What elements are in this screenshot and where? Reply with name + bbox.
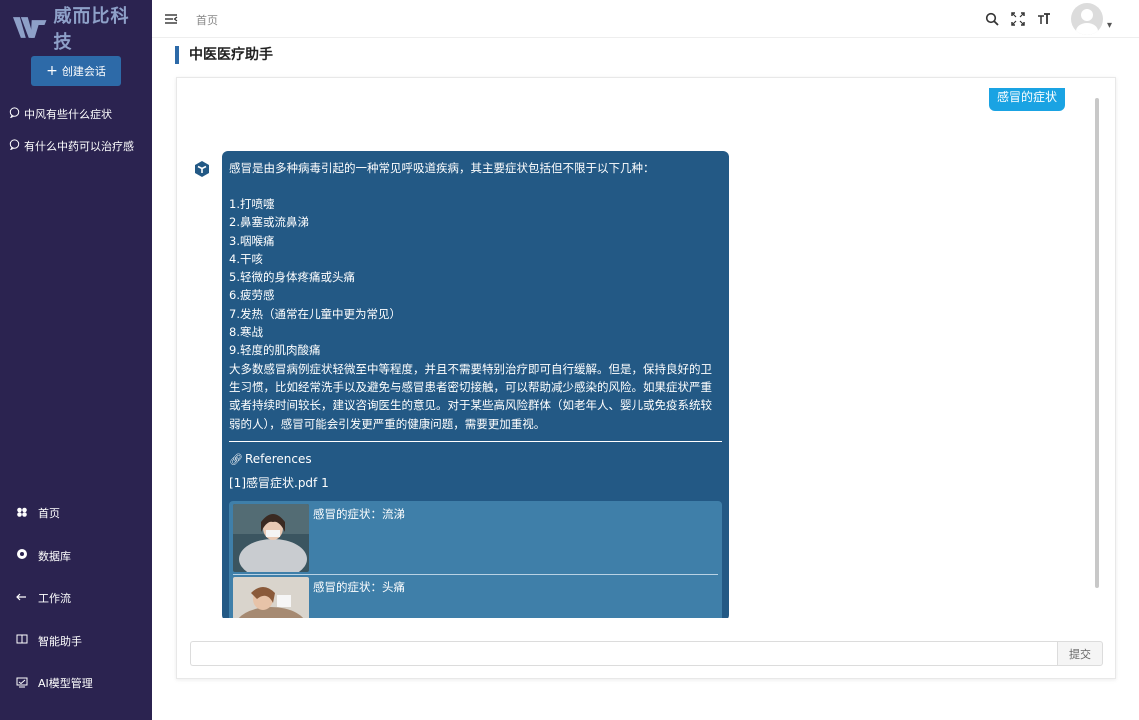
- chat-panel: 感冒的症状 感冒是由多种病毒引起的一种常见呼吸道疾病，其主要症状包括但不限于以下…: [176, 77, 1116, 679]
- reference-card[interactable]: 感冒的症状：头痛: [233, 573, 718, 618]
- sidebar-item-database[interactable]: 数据库: [0, 535, 152, 578]
- list-item: 4.干咳: [229, 251, 263, 266]
- references-title: References: [244, 451, 312, 466]
- submit-button[interactable]: 提交: [1057, 641, 1103, 666]
- sidebar: 威而比科技 + 创建会话 中风有些什么症状 有什么中药可以治疗感 首页 数据库 …: [0, 0, 152, 720]
- references-heading: 🔗︎ References: [229, 450, 722, 469]
- sidebar-item-label: 数据库: [38, 549, 71, 563]
- divider: [229, 440, 722, 442]
- sidebar-item-label: 工作流: [38, 592, 71, 606]
- workflow-icon: [15, 591, 29, 606]
- breadcrumb[interactable]: 首页: [196, 12, 218, 28]
- logo-mark-icon: [12, 17, 47, 38]
- user-message-bubble: 感冒的症状: [988, 88, 1065, 111]
- create-conversation-label: 创建会话: [61, 65, 106, 78]
- menu-toggle-icon[interactable]: [164, 11, 178, 25]
- reference-cards: 感冒的症状：流涕 感冒的症状：头痛: [229, 500, 722, 618]
- conversation-item[interactable]: 有什么中药可以治疗感: [0, 130, 152, 162]
- bot-avatar-icon: [193, 160, 211, 178]
- bot-intro-text: 感冒是由多种病毒引起的一种常见呼吸道疾病，其主要症状包括但不限于以下几种：: [229, 161, 655, 175]
- search-icon[interactable]: [983, 10, 1001, 28]
- page-title: 中医医疗助手: [175, 46, 273, 64]
- symptom-list: 1.打喷嚏 2.鼻塞或流鼻涕 3.咽喉痛 4.干咳 5.轻微的身体疼痛或头痛 6…: [229, 195, 722, 360]
- sidebar-item-label: AI模型管理: [38, 677, 93, 691]
- reference-thumbnail: [233, 576, 309, 618]
- scrollbar[interactable]: [1095, 98, 1099, 588]
- book-icon: [15, 633, 29, 648]
- list-item: 6.疲劳感: [229, 288, 275, 303]
- dashboard-icon: [15, 506, 29, 521]
- sidebar-item-label: 智能助手: [38, 634, 82, 648]
- message-input[interactable]: [190, 641, 1057, 666]
- logo-text: 威而比科技: [53, 6, 130, 53]
- list-item: 3.咽喉痛: [229, 233, 275, 248]
- bot-paragraph: 大多数感冒病例症状轻微至中等程度，并且不需要特别治疗即可自行缓解。但是，保持良好…: [229, 361, 712, 431]
- avatar[interactable]: [1071, 3, 1103, 35]
- create-conversation-button[interactable]: + 创建会话: [31, 56, 121, 86]
- conversation-item[interactable]: 中风有些什么症状: [0, 98, 152, 130]
- conversation-label: 中风有些什么症状: [24, 108, 112, 121]
- logo[interactable]: 威而比科技: [12, 6, 147, 53]
- top-bar: 首页 ▾: [152, 0, 1139, 38]
- list-item: 8.寒战: [229, 325, 263, 340]
- list-item: 1.打喷嚏: [229, 197, 275, 211]
- link-icon: 🔗︎: [229, 452, 243, 466]
- model-icon: [15, 676, 29, 691]
- reference-card-title: 感冒的症状：流涕: [313, 506, 405, 521]
- database-icon: [15, 548, 29, 563]
- list-item: 2.鼻塞或流鼻涕: [229, 215, 309, 230]
- reference-card[interactable]: 感冒的症状：流涕: [233, 503, 718, 574]
- list-item: 7.发热（通常在儿童中更为常见）: [229, 306, 401, 321]
- chat-bubble-icon: [8, 139, 20, 153]
- conversation-label: 有什么中药可以治疗感: [24, 140, 134, 153]
- plus-icon: +: [46, 63, 58, 79]
- bot-message-bubble: 感冒是由多种病毒引起的一种常见呼吸道疾病，其主要症状包括但不限于以下几种： 1.…: [222, 151, 729, 618]
- conversation-list: 中风有些什么症状 有什么中药可以治疗感: [0, 98, 152, 162]
- sidebar-item-assistant[interactable]: 智能助手: [0, 620, 152, 663]
- fullscreen-icon[interactable]: [1009, 10, 1027, 28]
- topbar-actions: ▾: [983, 0, 1139, 38]
- font-size-icon[interactable]: [1035, 10, 1053, 28]
- sidebar-item-home[interactable]: 首页: [0, 492, 152, 535]
- chat-bubble-icon: [8, 107, 20, 121]
- list-item: 5.轻微的身体疼痛或头痛: [229, 270, 355, 285]
- sidebar-item-workflow[interactable]: 工作流: [0, 577, 152, 620]
- input-row: 提交: [190, 641, 1103, 666]
- list-item: 9.轻度的肌肉酸痛: [229, 343, 321, 358]
- sidebar-item-label: 首页: [38, 507, 60, 521]
- chevron-down-icon[interactable]: ▾: [1107, 20, 1121, 31]
- message-area[interactable]: 感冒的症状 感冒是由多种病毒引起的一种常见呼吸道疾病，其主要症状包括但不限于以下…: [177, 78, 1115, 618]
- reference-link[interactable]: [1]感冒症状.pdf 1: [229, 474, 722, 492]
- reference-thumbnail: [233, 503, 309, 572]
- reference-card-title: 感冒的症状：头痛: [313, 579, 405, 594]
- sidebar-item-model-management[interactable]: AI模型管理: [0, 662, 152, 705]
- sidebar-nav: 首页 数据库 工作流 智能助手 AI模型管理: [0, 492, 152, 705]
